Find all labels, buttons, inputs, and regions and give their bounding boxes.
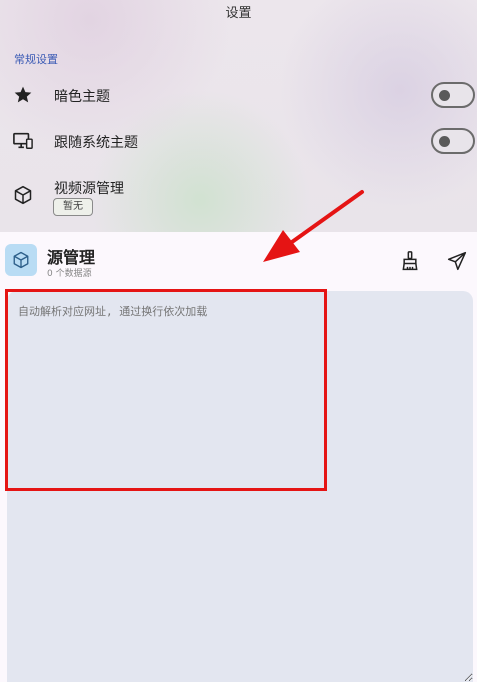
- broom-icon[interactable]: [397, 248, 423, 274]
- box-icon: [12, 184, 34, 206]
- toggle-knob: [439, 90, 450, 101]
- monitor-icon: [12, 130, 34, 152]
- star-icon: [12, 84, 34, 106]
- source-url-input[interactable]: [7, 291, 473, 682]
- dark-theme-toggle[interactable]: [431, 82, 475, 108]
- setting-follow-system-theme[interactable]: 跟随系统主题: [0, 122, 477, 162]
- send-icon[interactable]: [444, 248, 470, 274]
- setting-label: 跟随系统主题: [54, 135, 138, 151]
- setting-label: 视频源管理: [54, 181, 124, 197]
- panel-title: 源管理: [47, 248, 96, 267]
- box-icon: [5, 244, 37, 276]
- setting-dark-theme[interactable]: 暗色主题: [0, 76, 477, 116]
- status-badge: 暂无: [53, 198, 93, 216]
- section-label: 常规设置: [14, 53, 58, 66]
- page-title: 设置: [225, 6, 252, 21]
- setting-label: 暗色主题: [54, 89, 110, 105]
- follow-system-theme-toggle[interactable]: [431, 128, 475, 154]
- toggle-knob: [439, 136, 450, 147]
- panel-subtitle: 0 个数据源: [47, 269, 92, 279]
